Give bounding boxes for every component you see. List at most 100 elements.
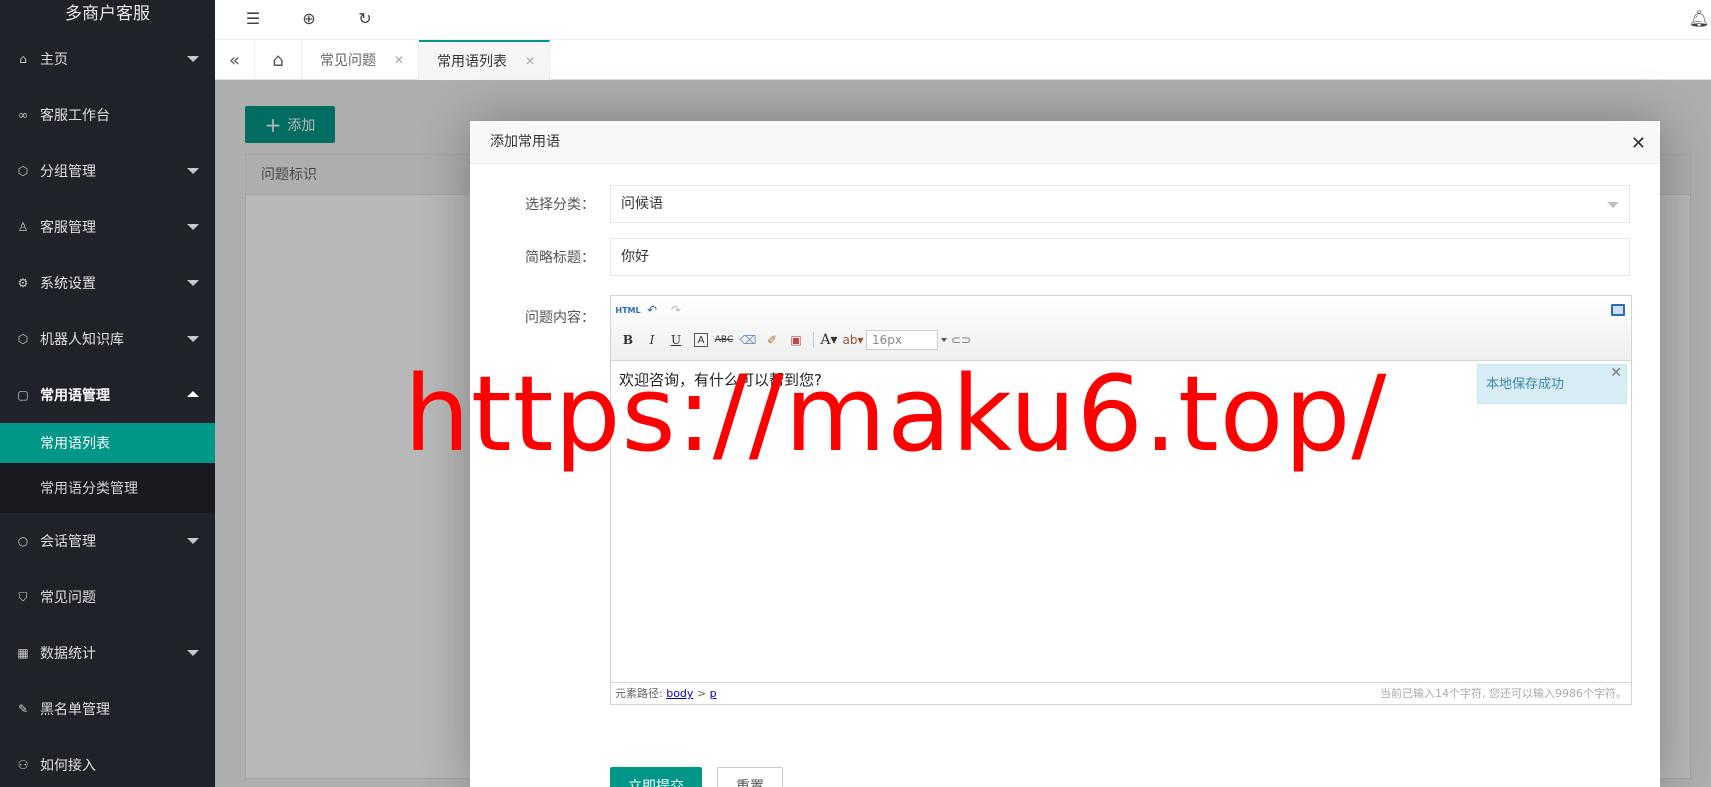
- toast-text: 本地保存成功: [1486, 377, 1565, 392]
- top-header: ☰ ⊕ ↻ 🔔︎: [215, 0, 1711, 40]
- shield-icon: ⛉: [18, 589, 28, 604]
- format-brush-icon[interactable]: ✐: [761, 329, 783, 351]
- chevron-down-icon: [187, 168, 199, 174]
- tab-bar: « ⌂ 常见问题 ✕ 常用语列表 ✕: [215, 40, 1711, 80]
- redo-icon[interactable]: ↷: [665, 299, 687, 321]
- gear-icon: ⚙: [17, 276, 29, 290]
- tab-phrase-list[interactable]: 常用语列表 ✕: [419, 40, 551, 80]
- chevron-up-icon: [187, 391, 199, 397]
- sidebar-item-label: 机器人知识库: [40, 332, 124, 348]
- close-icon[interactable]: ✕: [525, 54, 535, 68]
- category-select[interactable]: 问候语: [610, 185, 1630, 223]
- category-row: 选择分类： 问候语: [485, 185, 1645, 223]
- tab-label: 常用语列表: [437, 54, 508, 70]
- dialog-body: 选择分类： 问候语 简略标题： 你好 问题内容： HTML ↶ ↷ B I U …: [485, 164, 1645, 787]
- grid-icon: ▦: [17, 646, 29, 660]
- chevron-down-icon: [187, 280, 199, 286]
- tab-home-icon[interactable]: ⌂: [255, 40, 302, 80]
- chevron-down-icon: [1607, 202, 1619, 208]
- category-label: 选择分类：: [525, 197, 595, 213]
- chat-icon: ○: [17, 534, 29, 548]
- sidebar-subitem-phrase-categories[interactable]: 常用语分类管理: [0, 463, 215, 513]
- title-input[interactable]: 你好: [610, 238, 1630, 276]
- link-icon: ⚇: [17, 758, 29, 772]
- sidebar-subitem-phrase-list[interactable]: 常用语列表: [0, 423, 215, 463]
- sidebar-item-blacklist[interactable]: ✎ 黑名单管理: [0, 681, 215, 737]
- autosave-toast: 本地保存成功 ✕: [1477, 364, 1627, 404]
- path-p-link[interactable]: p: [710, 687, 717, 700]
- chevron-down-icon: [187, 650, 199, 656]
- sidebar-item-label: 客服工作台: [40, 108, 110, 124]
- cube-icon: ⬡: [17, 164, 29, 178]
- sidebar-item-workbench[interactable]: ∞ 客服工作台: [0, 87, 215, 143]
- editor-toolbar: HTML ↶ ↷ B I U A ABC ⌫ ✐ ▣ A▾ ab▾ 16px ⊂…: [611, 296, 1631, 361]
- bold-icon[interactable]: B: [617, 329, 639, 351]
- highlight-icon[interactable]: ab▾: [842, 329, 864, 351]
- sidebar-item-label: 如何接入: [40, 758, 96, 774]
- note-icon: ▢: [17, 388, 29, 402]
- font-size-select[interactable]: 16px: [866, 330, 947, 350]
- watermark-text: https://maku6.top/: [404, 353, 1388, 475]
- tabs-scroll-left-icon[interactable]: «: [215, 40, 255, 80]
- html-source-icon[interactable]: HTML: [615, 299, 640, 321]
- globe-icon[interactable]: ⊕: [299, 8, 319, 28]
- sidebar-item-stats[interactable]: ▦ 数据统计: [0, 625, 215, 681]
- submit-button[interactable]: 立即提交: [610, 767, 702, 787]
- sidebar-item-agents[interactable]: ♙ 客服管理: [0, 199, 215, 255]
- content-label: 问题内容：: [525, 310, 595, 326]
- reset-button[interactable]: 重置: [717, 767, 783, 787]
- close-icon[interactable]: ✕: [1631, 133, 1646, 154]
- underline-icon[interactable]: U: [665, 329, 687, 351]
- close-icon[interactable]: ✕: [394, 53, 404, 67]
- char-count: 当前已输入14个字符, 您还可以输入9986个字符。: [1380, 687, 1627, 700]
- chevron-down-icon: [187, 538, 199, 544]
- element-path-label: 元素路径:: [615, 687, 663, 700]
- sidebar-item-home[interactable]: ⌂ 主页: [0, 31, 215, 87]
- sidebar-item-label: 主页: [40, 52, 68, 68]
- refresh-icon[interactable]: ↻: [355, 8, 375, 28]
- italic-icon[interactable]: I: [641, 329, 663, 351]
- bell-icon[interactable]: 🔔︎: [1689, 8, 1709, 28]
- sidebar-submenu: 常用语列表 常用语分类管理: [0, 423, 215, 513]
- edit-icon: ✎: [17, 702, 29, 716]
- menu-collapse-icon[interactable]: ☰: [243, 8, 263, 28]
- font-color-icon[interactable]: A▾: [818, 329, 840, 351]
- sidebar-item-phrases[interactable]: ▢ 常用语管理: [0, 367, 215, 423]
- category-value: 问候语: [621, 196, 663, 212]
- close-icon[interactable]: ✕: [1610, 353, 1622, 393]
- chevron-down-icon: [187, 224, 199, 230]
- undo-icon[interactable]: ↶: [641, 299, 663, 321]
- editor-status-bar: 元素路径: body > p 当前已输入14个字符, 您还可以输入9986个字符…: [611, 682, 1631, 704]
- tab-faq[interactable]: 常见问题 ✕: [302, 40, 420, 80]
- sidebar-item-sessions[interactable]: ○ 会话管理: [0, 513, 215, 569]
- eraser-icon[interactable]: ⌫: [737, 329, 759, 351]
- chevron-down-icon: [941, 338, 947, 342]
- path-separator: >: [696, 687, 707, 700]
- fullscreen-icon[interactable]: [1611, 304, 1625, 316]
- sidebar-item-integrate[interactable]: ⚇ 如何接入: [0, 737, 215, 787]
- home-icon: ⌂: [19, 52, 27, 66]
- sidebar-item-label: 常见问题: [40, 590, 96, 606]
- image-icon[interactable]: ▣: [785, 329, 807, 351]
- sidebar-item-label: 会话管理: [40, 534, 96, 550]
- dialog-title: 添加常用语: [470, 121, 1660, 164]
- sidebar-item-settings[interactable]: ⚙ 系统设置: [0, 255, 215, 311]
- sidebar-item-robot-kb[interactable]: ⬡ 机器人知识库: [0, 311, 215, 367]
- toolbar-divider: [813, 332, 814, 348]
- cube-icon: ⬡: [17, 332, 29, 346]
- sidebar-item-label: 分组管理: [40, 164, 96, 180]
- sidebar: 多商户客服 ⌂ 主页 ∞ 客服工作台 ⬡ 分组管理 ♙ 客服管理 ⚙ 系统设置 …: [0, 0, 215, 787]
- sidebar-item-label: 常用语管理: [40, 388, 110, 404]
- title-row: 简略标题： 你好: [485, 238, 1645, 276]
- strikethrough-icon[interactable]: ABC: [713, 329, 735, 351]
- sidebar-item-label: 客服管理: [40, 220, 96, 236]
- sidebar-item-groups[interactable]: ⬡ 分组管理: [0, 143, 215, 199]
- sidebar-item-label: 系统设置: [40, 276, 96, 292]
- infinity-icon: ∞: [18, 108, 28, 122]
- sidebar-item-faq[interactable]: ⛉ 常见问题: [0, 569, 215, 625]
- link-icon[interactable]: ⊂⊃: [950, 329, 972, 351]
- font-border-icon[interactable]: A: [694, 333, 708, 347]
- title-label: 简略标题：: [525, 250, 595, 266]
- path-body-link[interactable]: body: [666, 687, 693, 700]
- chevron-down-icon: [187, 56, 199, 62]
